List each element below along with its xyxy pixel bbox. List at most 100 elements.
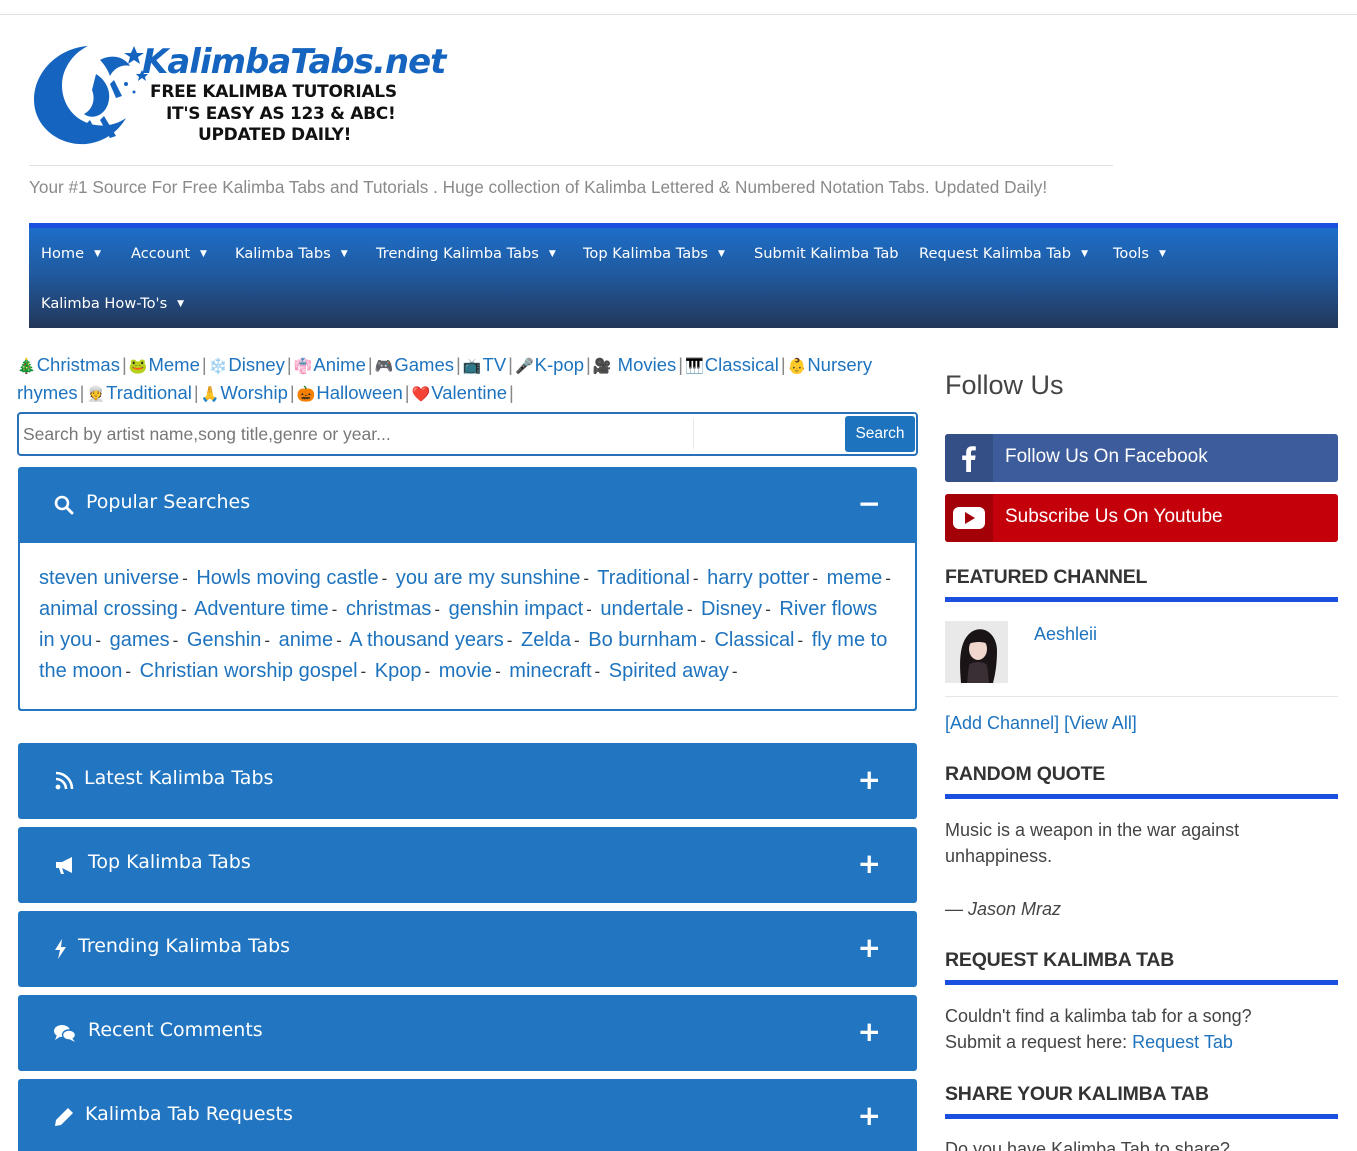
- microphone-icon: 🎤: [514, 358, 534, 375]
- dropdown-caret-icon: ▼: [548, 249, 556, 259]
- top-divider: [0, 14, 1357, 15]
- search-form: Search: [17, 412, 918, 456]
- popular-search-link[interactable]: Traditional: [597, 567, 690, 589]
- popular-search-link[interactable]: Christian worship gospel: [140, 660, 358, 682]
- popular-searches-header[interactable]: Popular Searches −: [18, 467, 917, 543]
- search-divider: [693, 419, 694, 449]
- search-term-separator: -: [495, 662, 501, 681]
- nav-submit-kalimba-tab[interactable]: Submit Kalimba Tab: [754, 245, 899, 262]
- popular-search-link[interactable]: undertale: [600, 598, 683, 620]
- popular-search-link[interactable]: christmas: [346, 598, 432, 620]
- kalimba-tab-requests-header[interactable]: Kalimba Tab Requests +: [18, 1079, 917, 1151]
- collapse-icon[interactable]: −: [858, 487, 881, 520]
- popular-search-link[interactable]: minecraft: [509, 660, 591, 682]
- nav-trending-kalimba-tabs[interactable]: Trending Kalimba Tabs ▼: [376, 245, 556, 262]
- popular-search-link[interactable]: A thousand years: [349, 629, 504, 651]
- piano-icon: 🎹: [685, 358, 704, 375]
- channel-name-link[interactable]: Aeshleii: [1034, 621, 1234, 647]
- category-tv[interactable]: 📺TV: [463, 354, 506, 375]
- category-worship[interactable]: 🙏Worship: [201, 382, 288, 403]
- search-term-separator: -: [692, 569, 699, 588]
- trending-kalimba-tabs-header[interactable]: Trending Kalimba Tabs +: [18, 911, 917, 987]
- recent-comments-header[interactable]: Recent Comments +: [18, 995, 917, 1071]
- dropdown-caret-icon: ▼: [199, 249, 207, 259]
- popular-search-link[interactable]: Bo burnham: [588, 629, 697, 651]
- expand-icon[interactable]: +: [858, 847, 881, 880]
- popular-search-link[interactable]: Adventure time: [194, 598, 329, 620]
- view-all-channels-link[interactable]: [View All]: [1064, 713, 1137, 733]
- recent-comments-panel: Recent Comments +: [18, 995, 917, 1071]
- expand-icon[interactable]: +: [858, 1015, 881, 1048]
- category-disney[interactable]: ❄️Disney: [209, 354, 285, 375]
- search-term-separator: -: [434, 600, 441, 619]
- popular-search-link[interactable]: genshin impact: [449, 598, 584, 620]
- category-christmas[interactable]: 🎄Christmas: [17, 354, 120, 375]
- add-channel-link[interactable]: [Add Channel]: [945, 713, 1059, 733]
- latest-kalimba-tabs-title: Latest Kalimba Tabs: [84, 767, 274, 789]
- television-icon: 📺: [462, 358, 482, 375]
- popular-search-link[interactable]: Classical: [714, 629, 794, 651]
- popular-search-link[interactable]: Kpop: [375, 660, 422, 682]
- header-divider: [29, 165, 1113, 166]
- popular-search-link[interactable]: meme: [827, 567, 883, 589]
- nav-kalimba-how-tos[interactable]: Kalimba How-To's ▼: [41, 295, 184, 312]
- popular-search-link[interactable]: Genshin: [187, 629, 262, 651]
- share-kalimba-tab-title: SHARE YOUR KALIMBA TAB: [945, 1083, 1338, 1119]
- category-valentine[interactable]: ❤️Valentine: [412, 382, 507, 403]
- popular-search-link[interactable]: anime: [279, 629, 333, 651]
- dropdown-caret-icon: ▼: [718, 249, 725, 259]
- popular-search-link[interactable]: animal crossing: [39, 598, 178, 620]
- popular-search-link[interactable]: steven universe: [39, 567, 179, 589]
- youtube-subscribe-button[interactable]: Subscribe Us On Youtube: [945, 494, 1338, 542]
- pumpkin-icon: 🎃: [296, 386, 316, 403]
- christmas-tree-icon: 🎄: [17, 358, 36, 375]
- trending-kalimba-tabs-panel: Trending Kalimba Tabs +: [18, 911, 917, 987]
- category-kpop[interactable]: 🎤K-pop: [515, 354, 584, 375]
- popular-search-link[interactable]: you are my sunshine: [396, 567, 581, 589]
- nav-request-kalimba-tab[interactable]: Request Kalimba Tab ▼: [919, 245, 1088, 262]
- latest-kalimba-tabs-header[interactable]: Latest Kalimba Tabs +: [18, 743, 917, 819]
- bolt-icon: [55, 939, 66, 959]
- category-traditional[interactable]: 👳Traditional: [86, 382, 191, 403]
- search-button[interactable]: Search: [845, 416, 915, 452]
- popular-search-link[interactable]: movie: [439, 660, 492, 682]
- expand-icon[interactable]: +: [858, 931, 881, 964]
- expand-icon[interactable]: +: [858, 763, 881, 796]
- popular-search-link[interactable]: Howls moving castle: [196, 567, 378, 589]
- quote-author: — Jason Mraz: [945, 899, 1062, 919]
- category-anime[interactable]: 👘Anime: [294, 354, 366, 375]
- nav-home[interactable]: Home ▼: [41, 245, 101, 262]
- popular-search-link[interactable]: games: [110, 629, 170, 651]
- nav-kalimba-tabs[interactable]: Kalimba Tabs ▼: [235, 245, 348, 262]
- search-term-separator: -: [381, 569, 388, 588]
- facebook-follow-button[interactable]: Follow Us On Facebook: [945, 434, 1338, 482]
- popular-search-link[interactable]: Disney: [701, 598, 762, 620]
- popular-search-link[interactable]: Spirited away: [609, 660, 729, 682]
- nav-account[interactable]: Account ▼: [131, 245, 207, 262]
- request-tab-link[interactable]: Request Tab: [1132, 1032, 1233, 1052]
- category-halloween[interactable]: 🎃Halloween: [297, 382, 403, 403]
- logo-tagline-3: UPDATED DAILY!: [198, 125, 352, 145]
- category-games[interactable]: 🎮Games: [375, 354, 454, 375]
- category-meme[interactable]: 🐸Meme: [129, 354, 200, 375]
- expand-icon[interactable]: +: [858, 1099, 881, 1132]
- popular-searches-title: Popular Searches: [86, 491, 251, 513]
- popular-search-link[interactable]: harry potter: [707, 567, 809, 589]
- category-movies[interactable]: 🎥 Movies: [593, 354, 676, 375]
- search-input[interactable]: [23, 418, 693, 450]
- heart-icon: ❤️: [411, 386, 431, 403]
- category-classical[interactable]: 🎹Classical: [685, 354, 779, 375]
- site-logo[interactable]: KalimbaTabs.net FREE KALIMBA TUTORIALS I…: [30, 40, 446, 148]
- site-description: Your #1 Source For Free Kalimba Tabs and…: [29, 177, 1048, 197]
- fairy-moon-logo-icon: [34, 46, 148, 145]
- nav-tools[interactable]: Tools ▼: [1113, 245, 1166, 262]
- logo-title: KalimbaTabs.net: [142, 42, 446, 82]
- latest-kalimba-tabs-panel: Latest Kalimba Tabs +: [18, 743, 917, 819]
- follow-us-title: Follow Us: [945, 370, 1064, 400]
- popular-search-link[interactable]: Zelda: [521, 629, 571, 651]
- frog-icon: 🐸: [128, 358, 148, 375]
- top-kalimba-tabs-header[interactable]: Top Kalimba Tabs +: [18, 827, 917, 903]
- dropdown-caret-icon: ▼: [177, 299, 185, 309]
- channel-avatar[interactable]: [945, 621, 1008, 683]
- nav-top-kalimba-tabs[interactable]: Top Kalimba Tabs ▼: [583, 245, 725, 262]
